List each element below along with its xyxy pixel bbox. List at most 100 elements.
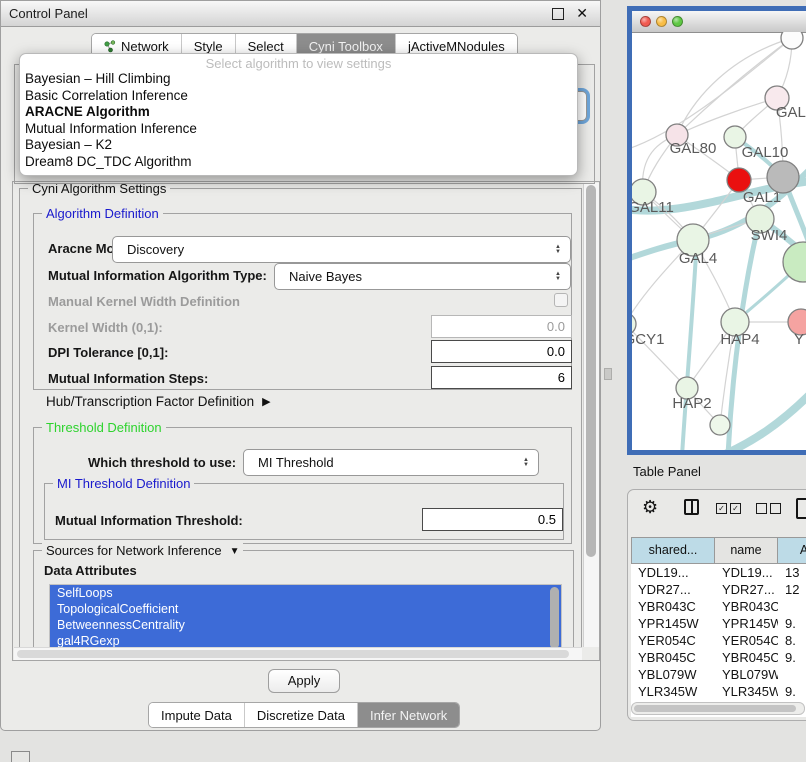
algorithm-option[interactable]: Basic Correlation Inference — [20, 88, 577, 105]
table-panel-window: ⚙ ✓ ✓ shared...nameA YDL19...YDL19...13Y… — [627, 489, 806, 721]
table-cell[interactable]: YBR045C — [715, 649, 778, 666]
table-cell[interactable]: YDR27... — [631, 581, 715, 598]
mi-type-label: Mutual Information Algorithm Type: — [48, 268, 267, 283]
table-cell[interactable]: YDR27... — [715, 581, 778, 598]
node-node-bottom[interactable] — [710, 415, 730, 435]
table-row[interactable]: YBR043CYBR043C — [631, 598, 806, 615]
sources-groupbox: Sources for Network Inference▼ Data Attr… — [33, 550, 574, 661]
scrollbar-thumb[interactable] — [586, 185, 596, 557]
close-traffic-light-icon[interactable] — [640, 16, 651, 27]
table-row[interactable]: YDR27...YDR27...12 — [631, 581, 806, 598]
table-row[interactable]: YBR045CYBR045C9. — [631, 649, 806, 666]
table-cell[interactable]: YPR145W — [631, 615, 715, 632]
table-cell[interactable]: 9. — [778, 615, 806, 632]
threshold-definition-groupbox: Threshold Definition Which threshold to … — [33, 427, 572, 544]
algorithm-option[interactable]: ARACNE Algorithm — [20, 104, 577, 121]
table-horizontal-scrollbar[interactable] — [631, 702, 805, 715]
zoom-traffic-light-icon[interactable] — [672, 16, 683, 27]
node-node-top[interactable] — [781, 32, 803, 49]
manual-kernel-checkbox[interactable] — [554, 293, 568, 307]
table-cell[interactable] — [778, 666, 806, 683]
splitter-grip[interactable] — [604, 368, 612, 380]
aracne-mode-combo[interactable]: Discovery ▲▼ — [112, 236, 571, 263]
table-cell[interactable]: YPR145W — [715, 615, 778, 632]
mi-steps-field[interactable]: 6 — [431, 366, 572, 389]
table-cell[interactable]: YDL19... — [631, 564, 715, 581]
kernel-width-field[interactable]: 0.0 — [431, 315, 572, 338]
column-header[interactable]: A — [778, 537, 806, 564]
settings-vertical-scrollbar[interactable] — [583, 183, 599, 647]
table-cell[interactable]: YLR345W — [631, 683, 715, 700]
data-attributes-label: Data Attributes — [44, 563, 137, 578]
tab-infer-network[interactable]: Infer Network — [358, 703, 459, 727]
table-cell[interactable]: 9. — [778, 683, 806, 700]
table-cell[interactable]: 13 — [778, 564, 806, 581]
threshold-definition-title: Threshold Definition — [42, 420, 166, 435]
table-row[interactable]: YER054CYER054C8. — [631, 632, 806, 649]
table-cell[interactable] — [778, 598, 806, 615]
node-node-gray[interactable] — [767, 161, 799, 193]
table-cell[interactable]: YER054C — [631, 632, 715, 649]
docked-panel-icon[interactable] — [11, 751, 30, 762]
attributes-scrollbar[interactable] — [550, 587, 559, 649]
table-cell[interactable]: YBR043C — [715, 598, 778, 615]
close-icon[interactable]: ✕ — [576, 5, 588, 22]
table-row[interactable]: YLR345WYLR345W9. — [631, 683, 806, 700]
tab-impute-data[interactable]: Impute Data — [149, 703, 245, 727]
node-label-HAP4: HAP4 — [720, 331, 759, 348]
algorithm-dropdown: Select algorithm to view settings Bayesi… — [19, 53, 578, 176]
dpi-tolerance-field[interactable]: 0.0 — [431, 340, 572, 363]
table-cell[interactable]: 8. — [778, 632, 806, 649]
document-icon[interactable] — [796, 498, 806, 519]
settings-horizontal-scrollbar[interactable] — [14, 647, 582, 660]
unchecked-checkbox-icon[interactable] — [770, 503, 781, 514]
network-window-titlebar[interactable] — [632, 11, 806, 33]
table-row[interactable]: YPR145WYPR145W9. — [631, 615, 806, 632]
column-header[interactable]: shared... — [631, 537, 715, 564]
column-header[interactable]: name — [715, 537, 778, 564]
algorithm-option[interactable]: Mutual Information Inference — [20, 121, 577, 138]
data-attributes-list: SelfLoopsTopologicalCoefficientBetweenne… — [49, 584, 562, 656]
which-threshold-combo[interactable]: MI Threshold ▲▼ — [243, 449, 539, 476]
network-view-window: GAL7GAL80GAL10GAL1SWI4GAL11GAL4GCY1HAP4Y… — [627, 6, 806, 455]
table-row[interactable]: YDL19...YDL19...13 — [631, 564, 806, 581]
tab-discretize-data[interactable]: Discretize Data — [245, 703, 358, 727]
table-cell[interactable]: YBL079W — [715, 666, 778, 683]
algorithm-option[interactable]: Bayesian – Hill Climbing — [20, 71, 577, 88]
dpi-tolerance-label: DPI Tolerance [0,1]: — [48, 345, 168, 360]
algorithm-option[interactable]: Dream8 DC_TDC Algorithm — [20, 154, 577, 171]
float-window-icon[interactable] — [552, 8, 564, 20]
mi-type-combo[interactable]: Naive Bayes ▲▼ — [274, 263, 571, 290]
gear-icon[interactable]: ⚙ — [642, 497, 658, 518]
combo-stepper-icon: ▲▼ — [555, 245, 561, 255]
table-cell[interactable]: YBR043C — [631, 598, 715, 615]
table-row[interactable]: YBL079WYBL079W — [631, 666, 806, 683]
algorithm-dropdown-prompt: Select algorithm to view settings — [20, 56, 577, 71]
table-cell[interactable]: YER054C — [715, 632, 778, 649]
table-cell[interactable]: YBR045C — [631, 649, 715, 666]
table-cell[interactable]: 9. — [778, 649, 806, 666]
scrollbar-thumb[interactable] — [634, 705, 796, 712]
apply-button[interactable]: Apply — [268, 669, 340, 693]
unchecked-checkbox-icon[interactable] — [756, 503, 767, 514]
network-canvas[interactable]: GAL7GAL80GAL10GAL1SWI4GAL11GAL4GCY1HAP4Y… — [632, 32, 806, 450]
mi-threshold-field[interactable]: 0.5 — [422, 508, 563, 531]
mi-threshold-groupbox: MI Threshold Definition Mutual Informati… — [44, 483, 564, 540]
checked-checkbox-icon[interactable]: ✓ — [716, 503, 727, 514]
attribute-list-item[interactable]: TopologicalCoefficient — [50, 601, 561, 617]
hub-definition-toggle[interactable]: Hub/Transcription Factor Definition▶ — [46, 394, 271, 409]
algorithm-option[interactable]: Bayesian – K2 — [20, 137, 577, 154]
table-cell[interactable]: YLR345W — [715, 683, 778, 700]
chevron-down-icon[interactable]: ▼ — [230, 546, 240, 557]
attribute-list-item[interactable]: BetweennessCentrality — [50, 617, 561, 633]
attribute-list-item[interactable]: SelfLoops — [50, 585, 561, 601]
scrollbar-thumb[interactable] — [17, 650, 569, 658]
table-cell[interactable]: YDL19... — [715, 564, 778, 581]
table-cell[interactable]: 12 — [778, 581, 806, 598]
control-panel-titlebar[interactable]: Control Panel ✕ — [1, 1, 600, 27]
split-columns-icon[interactable] — [684, 499, 699, 515]
combo-stepper-icon: ▲▼ — [555, 272, 561, 282]
checked-checkbox-icon[interactable]: ✓ — [730, 503, 741, 514]
minimize-traffic-light-icon[interactable] — [656, 16, 667, 27]
table-cell[interactable]: YBL079W — [631, 666, 715, 683]
